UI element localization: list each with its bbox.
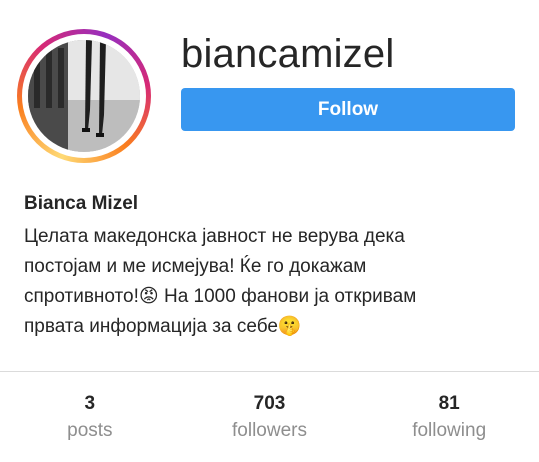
profile-bio: Целата македонска јавност не верува дека… (24, 226, 417, 337)
profile-avatar[interactable] (17, 29, 151, 163)
profile-stats: 3 posts 703 followers 81 following (0, 372, 539, 462)
profile-full-name: Bianca Mizel (24, 193, 139, 214)
stat-posts[interactable]: 3 posts (0, 372, 180, 462)
stat-followers[interactable]: 703 followers (180, 372, 360, 462)
stat-followers-label: followers (232, 420, 307, 441)
stat-following-count: 81 (438, 393, 460, 414)
follow-button[interactable]: Follow (181, 88, 515, 131)
stat-posts-label: posts (67, 420, 113, 441)
profile-username: biancamizel (181, 32, 395, 76)
stat-following[interactable]: 81 following (359, 372, 539, 462)
avatar-image (28, 40, 140, 152)
avatar-photo (28, 40, 140, 152)
stat-followers-count: 703 (253, 393, 286, 414)
stat-following-label: following (412, 420, 487, 441)
stat-posts-count: 3 (84, 393, 96, 414)
